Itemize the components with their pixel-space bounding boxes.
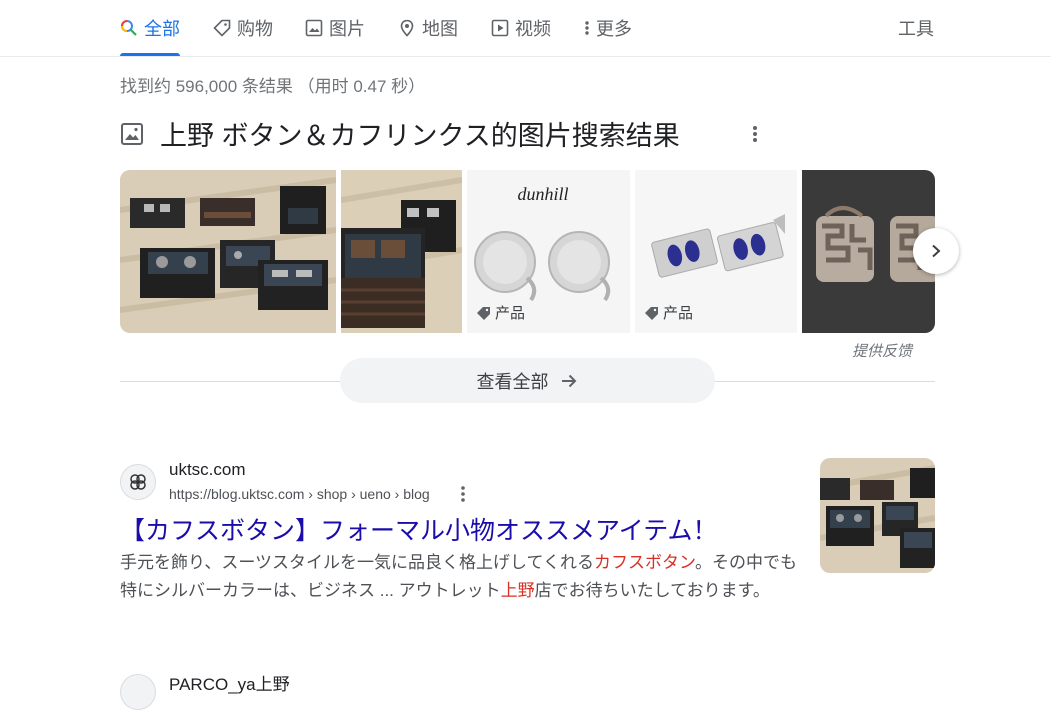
product-badge: 产品 [477, 302, 525, 323]
image-thumb[interactable]: dunhill 产品 [467, 170, 630, 333]
tag-icon [645, 306, 659, 320]
product-label: 产品 [663, 305, 694, 322]
snippet-highlight: カフスボタン [593, 553, 695, 572]
product-label: 产品 [495, 305, 526, 322]
view-all-label: 查看全部 [476, 371, 549, 392]
image-carousel: dunhill 产品 产品 [120, 170, 935, 333]
image-thumb[interactable]: 产品 [635, 170, 797, 333]
result-snippet: 手元を飾り、スーツスタイルを一気に品良く格上げしてくれるカフスボタン。その中でも… [120, 549, 800, 605]
tab-videos-label: 视频 [515, 19, 551, 39]
image-icon [120, 122, 144, 146]
chevron-right-icon [932, 244, 941, 258]
brand-logo: dunhill [517, 184, 568, 204]
tag-icon [477, 306, 491, 320]
image-pack-title[interactable]: 上野 ボタン＆カフリンクス的图片搜索结果 [160, 114, 680, 153]
site-favicon[interactable] [120, 674, 156, 710]
tab-more-label: 更多 [596, 19, 632, 39]
result-thumbnail[interactable] [820, 458, 935, 573]
tab-videos[interactable]: 视频 [491, 0, 551, 56]
result-url[interactable]: https://blog.uktsc.com › shop › ueno › b… [169, 486, 430, 502]
search-icon [120, 19, 138, 37]
image-pack-header: 上野 ボタン＆カフリンクス的图片搜索结果 [120, 114, 680, 153]
snippet-highlight: 上野 [500, 581, 535, 600]
arrow-right-icon [561, 374, 576, 387]
result-title-link[interactable]: 【カフスボタン】フォーマル小物オススメアイテム！ [120, 511, 718, 547]
tab-all-label: 全部 [144, 19, 180, 39]
tab-shopping[interactable]: 购物 [213, 0, 273, 56]
feedback-link[interactable]: 提供反馈 [852, 340, 912, 361]
tab-more[interactable]: 更多 [582, 0, 632, 56]
more-options-icon[interactable] [745, 122, 765, 146]
image-thumb[interactable] [341, 170, 462, 333]
site-favicon[interactable] [120, 464, 156, 500]
carousel-next-button[interactable] [913, 228, 959, 274]
tab-images-label: 图片 [329, 19, 365, 39]
more-vert-icon [582, 19, 592, 37]
view-all-button[interactable]: 查看全部 [340, 358, 715, 403]
tab-maps-label: 地图 [422, 19, 458, 39]
snippet-text: 店でお待ちいたしております。 [534, 581, 770, 600]
tools-button[interactable]: 工具 [898, 0, 934, 56]
result-stats: 找到约 596,000 条结果 （用时 0.47 秒） [120, 77, 426, 96]
tab-shopping-label: 购物 [237, 19, 273, 39]
search-tabs: 全部 购物 图片 地图 视频 更多 工具 [0, 0, 1051, 57]
image-thumb[interactable] [120, 170, 336, 333]
tab-images[interactable]: 图片 [305, 0, 365, 56]
more-options-icon[interactable] [455, 484, 471, 504]
result-site-name[interactable]: uktsc.com [169, 460, 246, 480]
map-pin-icon [398, 19, 416, 37]
play-icon [491, 19, 509, 37]
tab-maps[interactable]: 地图 [398, 0, 458, 56]
tab-all[interactable]: 全部 [120, 0, 180, 56]
image-icon [305, 19, 323, 37]
product-badge: 产品 [645, 302, 693, 323]
snippet-text: 手元を飾り、スーツスタイルを一気に品良く格上げしてくれる [120, 553, 594, 572]
result-site-name[interactable]: PARCO_ya上野 [169, 670, 290, 695]
tag-icon [213, 19, 231, 37]
